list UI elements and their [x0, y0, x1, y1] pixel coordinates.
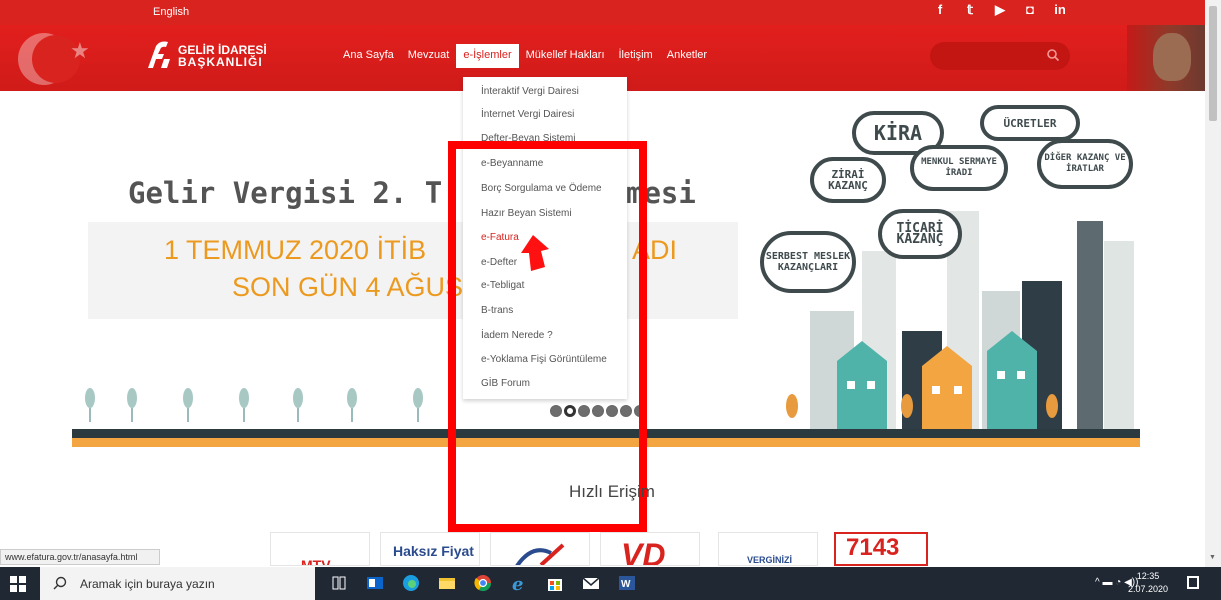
- svg-text:W: W: [621, 579, 631, 590]
- tile-label: 7143: [846, 534, 900, 561]
- edge-chromium-icon[interactable]: [402, 574, 420, 592]
- quick-tile-7143[interactable]: 7143: [834, 532, 928, 566]
- youtube-icon[interactable]: ▶: [992, 2, 1008, 18]
- turkish-flag-graphic: ★: [0, 25, 110, 91]
- menu-item-internet-vergi-dairesi[interactable]: İnternet Vergi Dairesi: [481, 109, 574, 120]
- ataturk-portrait: [1127, 25, 1205, 91]
- main-nav: Ana Sayfa Mevzuat e-İşlemler Mükellef Ha…: [336, 44, 714, 68]
- nav-ana-sayfa[interactable]: Ana Sayfa: [336, 44, 401, 68]
- bubble-zirai-kazanc: ZİRAİ KAZANÇ: [810, 157, 886, 203]
- scrollbar-thumb[interactable]: [1209, 6, 1217, 121]
- banner-line-2: SON GÜN 4 AĞUS: [232, 272, 464, 302]
- chrome-icon[interactable]: [474, 574, 492, 592]
- tile-label: VERGİNİZİ: [747, 555, 793, 565]
- clock-date: 2.07.2020: [1128, 584, 1169, 594]
- search-icon[interactable]: [1046, 48, 1060, 62]
- quick-tile-mtv[interactable]: MTV: [270, 532, 370, 566]
- gib-logo-icon: [148, 41, 170, 68]
- scroll-down-arrow-icon[interactable]: ▼: [1209, 554, 1216, 561]
- quick-tile-haksiz-fiyat[interactable]: Haksız Fiyat: [380, 532, 480, 566]
- facebook-icon[interactable]: f: [932, 2, 948, 18]
- nav-iletisim[interactable]: İletişim: [612, 44, 660, 68]
- linkedin-icon[interactable]: in: [1052, 2, 1068, 18]
- annotation-arrow-icon: [521, 235, 549, 271]
- nav-mevzuat[interactable]: Mevzuat: [401, 44, 457, 68]
- mail-icon[interactable]: [582, 574, 600, 592]
- social-links: f 𝕥 ▶ ◘ in: [932, 2, 1068, 18]
- tile-label: MTV: [301, 557, 331, 566]
- bubble-ticari-kazanc: TİCARİ KAZANÇ: [878, 209, 962, 259]
- quick-access-title: Hızlı Erişim: [569, 482, 655, 501]
- search-icon: [53, 576, 67, 590]
- instagram-icon[interactable]: ◘: [1022, 2, 1038, 18]
- menu-item-interaktif-vergi-dairesi[interactable]: İnteraktif Vergi Dairesi: [481, 86, 579, 97]
- outlook-icon[interactable]: [366, 574, 384, 592]
- annotation-highlight-box: [448, 141, 647, 532]
- bubble-menkul-sermaye: MENKUL SERMAYE İRADI: [910, 145, 1008, 191]
- quick-tile-vd[interactable]: VD: [600, 532, 700, 566]
- bubble-diger-kazanc: DİĞER KAZANÇ VE İRATLAR: [1037, 139, 1133, 189]
- bubble-serbest-meslek: SERBEST MESLEK KAZANÇLARI: [760, 231, 856, 293]
- word-icon[interactable]: W: [618, 574, 636, 592]
- english-link[interactable]: English: [153, 6, 189, 18]
- status-bar-url: www.efatura.gov.tr/anasayfa.html: [0, 549, 160, 565]
- internet-explorer-icon[interactable]: e: [510, 574, 528, 592]
- file-explorer-icon[interactable]: [438, 574, 456, 592]
- windows-taskbar: Aramak için buraya yazın e W ^ ▬ ◔ ◀)) 1…: [0, 567, 1221, 600]
- nav-mukellef-haklari[interactable]: Mükellef Hakları: [519, 44, 612, 68]
- chart-logo-icon: [515, 543, 565, 565]
- task-view-icon[interactable]: [330, 574, 348, 592]
- bubble-ucretler: ÜCRETLER: [980, 105, 1080, 141]
- windows-start-icon[interactable]: [10, 576, 26, 592]
- quick-tile-verginizi[interactable]: VERGİNİZİ: [718, 532, 818, 566]
- taskbar-search-box[interactable]: Aramak için buraya yazın: [40, 567, 315, 600]
- site-search-input[interactable]: [930, 42, 1070, 70]
- gib-logo[interactable]: GELİR İDARESİ BAŞKANLIĞI: [140, 38, 267, 74]
- tile-label: Haksız Fiyat: [393, 543, 474, 559]
- banner-line-1: 1 TEMMUZ 2020 İTİB: [164, 235, 427, 265]
- nav-e-islemler[interactable]: e-İşlemler: [456, 44, 519, 68]
- twitter-icon[interactable]: 𝕥: [962, 2, 978, 18]
- microsoft-store-icon[interactable]: [546, 574, 564, 592]
- page-scrollbar[interactable]: ▼: [1205, 0, 1221, 567]
- taskbar-clock[interactable]: 12:35 2.07.2020: [1128, 570, 1168, 596]
- quick-tile-graph[interactable]: [490, 532, 590, 566]
- logo-line-2: BAŞKANLIĞI: [178, 55, 263, 69]
- browser-page: English f 𝕥 ▶ ◘ in ★ GELİR İDARESİ BAŞKA…: [0, 0, 1221, 600]
- banner-title: Gelir Vergisi 2. T: [128, 176, 443, 210]
- taskbar-search-placeholder: Aramak için buraya yazın: [80, 577, 215, 591]
- top-bar: English f 𝕥 ▶ ◘ in: [0, 0, 1205, 25]
- clock-time: 12:35: [1136, 571, 1160, 581]
- notification-center-icon[interactable]: [1187, 576, 1199, 589]
- tile-label: VD: [621, 537, 666, 566]
- nav-anketler[interactable]: Anketler: [660, 44, 714, 68]
- svg-text:e: e: [512, 574, 523, 592]
